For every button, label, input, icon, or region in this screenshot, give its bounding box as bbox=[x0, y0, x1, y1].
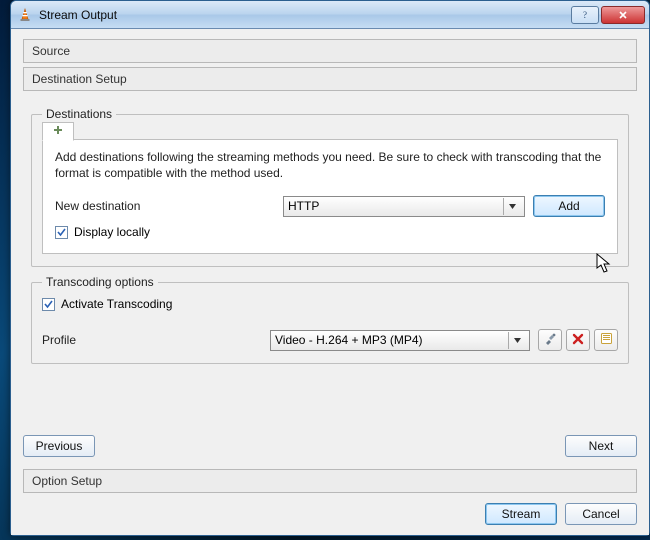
save-icon bbox=[600, 332, 613, 348]
window-title: Stream Output bbox=[39, 8, 117, 22]
delete-icon bbox=[572, 333, 584, 348]
next-button[interactable]: Next bbox=[565, 435, 637, 457]
help-button[interactable]: ? bbox=[571, 6, 599, 24]
destinations-help-text: Add destinations following the streaming… bbox=[55, 150, 605, 181]
transcoding-legend: Transcoding options bbox=[42, 275, 158, 289]
section-destination-setup[interactable]: Destination Setup bbox=[23, 67, 637, 91]
new-destination-label: New destination bbox=[55, 199, 275, 213]
stream-button[interactable]: Stream bbox=[485, 503, 557, 525]
profile-label: Profile bbox=[42, 333, 262, 347]
close-button[interactable] bbox=[601, 6, 645, 24]
transcoding-group: Transcoding options Activate Transcoding… bbox=[31, 275, 629, 364]
window-buttons: ? bbox=[571, 6, 645, 24]
cancel-button[interactable]: Cancel bbox=[565, 503, 637, 525]
stream-output-window: Stream Output ? Source Destination Setup… bbox=[10, 0, 650, 536]
destinations-legend: Destinations bbox=[42, 107, 116, 121]
display-locally-label: Display locally bbox=[74, 225, 150, 239]
profile-toolbar bbox=[538, 329, 618, 351]
add-destination-tab[interactable] bbox=[42, 122, 74, 141]
plus-icon bbox=[52, 124, 64, 139]
activate-transcoding-checkbox[interactable]: Activate Transcoding bbox=[42, 297, 618, 311]
section-option-setup[interactable]: Option Setup bbox=[23, 469, 637, 493]
vlc-cone-icon bbox=[17, 7, 33, 23]
previous-button[interactable]: Previous bbox=[23, 435, 95, 457]
edit-profile-button[interactable] bbox=[538, 329, 562, 351]
activate-transcoding-label: Activate Transcoding bbox=[61, 297, 172, 311]
profile-value: Video - H.264 + MP3 (MP4) bbox=[275, 333, 508, 347]
display-locally-checkbox[interactable]: Display locally bbox=[55, 225, 605, 239]
checkbox-icon bbox=[42, 298, 55, 311]
section-source[interactable]: Source bbox=[23, 39, 637, 63]
checkbox-icon bbox=[55, 226, 68, 239]
client-area: Source Destination Setup Destinations Ad bbox=[11, 29, 649, 535]
wizard-nav: Previous Next bbox=[23, 435, 637, 457]
tools-icon bbox=[543, 332, 557, 349]
titlebar: Stream Output ? bbox=[11, 1, 649, 29]
new-destination-select[interactable]: HTTP bbox=[283, 196, 525, 217]
add-button[interactable]: Add bbox=[533, 195, 605, 217]
dialog-footer: Stream Cancel bbox=[23, 503, 637, 525]
svg-text:?: ? bbox=[583, 10, 587, 20]
chevron-down-icon bbox=[503, 198, 520, 215]
destinations-tabbox: Add destinations following the streaming… bbox=[42, 139, 618, 254]
new-destination-value: HTTP bbox=[288, 199, 503, 213]
destination-setup-body: Destinations Add destinations following … bbox=[23, 95, 637, 378]
new-profile-button[interactable] bbox=[594, 329, 618, 351]
destinations-group: Destinations Add destinations following … bbox=[31, 107, 629, 267]
chevron-down-icon bbox=[508, 332, 525, 349]
profile-select[interactable]: Video - H.264 + MP3 (MP4) bbox=[270, 330, 530, 351]
delete-profile-button[interactable] bbox=[566, 329, 590, 351]
